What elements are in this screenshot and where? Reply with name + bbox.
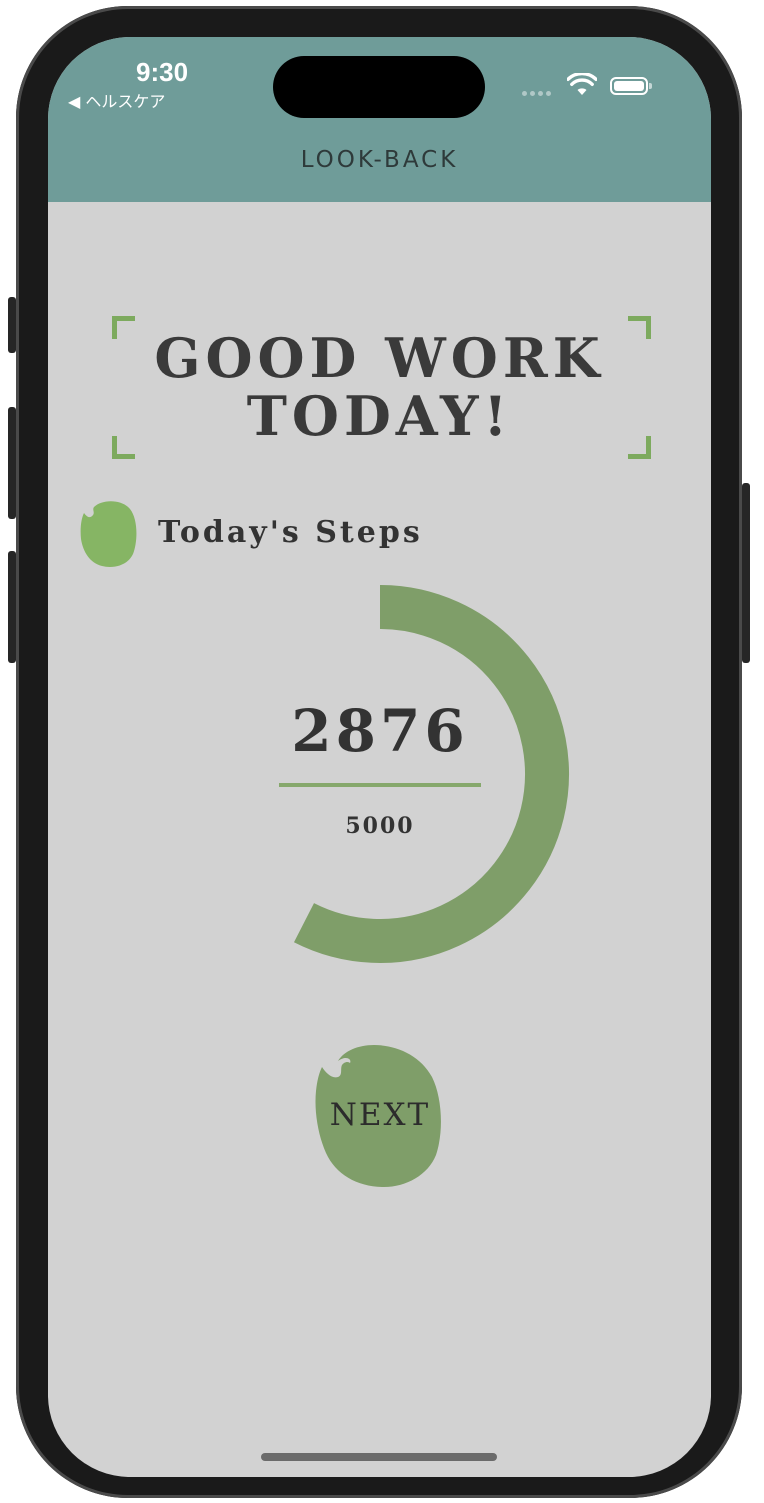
volume-down-button [8,551,16,663]
progress-ring-arc [294,585,569,963]
app-screen: 9:30 ◀ ヘルスケア LOOK-BACK GOOD WORK TODAY! … [48,37,711,1477]
next-button[interactable]: NEXT [310,1041,450,1189]
steps-goal: 5000 [345,813,415,839]
volume-up-button [8,407,16,519]
next-button-label: NEXT [329,1097,431,1133]
steps-count: 2876 [291,697,469,765]
home-indicator [261,1453,497,1461]
steps-divider [279,783,481,787]
action-button [8,297,16,353]
power-button [742,483,750,663]
